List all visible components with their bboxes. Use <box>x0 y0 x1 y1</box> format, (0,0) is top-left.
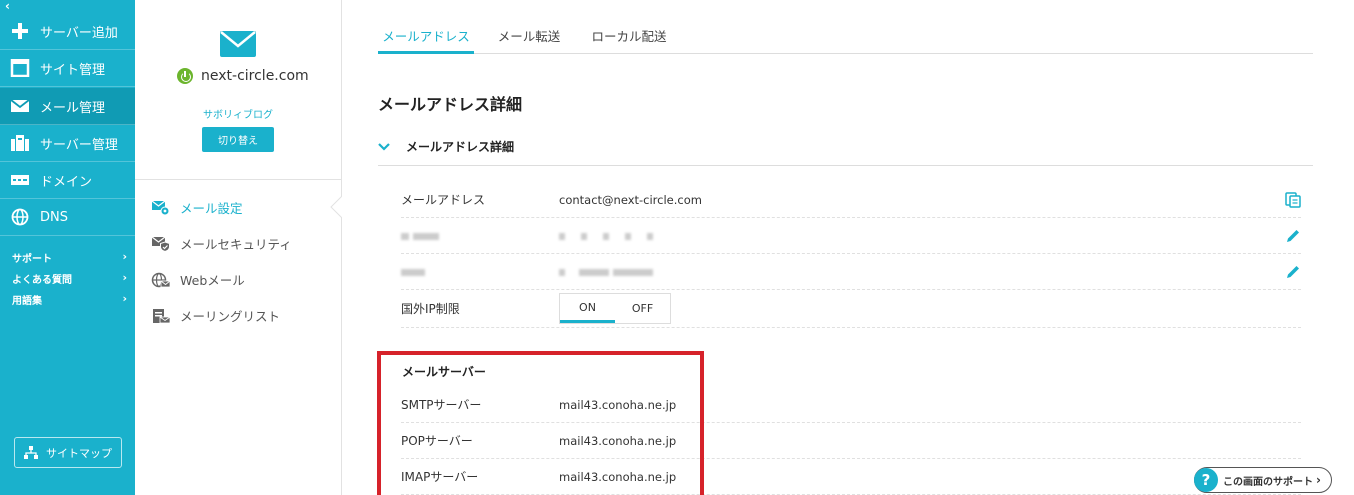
side-menu-label: メール設定 <box>180 201 243 216</box>
side-menu-label: メーリングリスト <box>180 309 281 324</box>
detail-row-redacted <box>401 218 1301 254</box>
webmail-icon <box>151 272 171 288</box>
tab-email-address[interactable]: メールアドレス <box>378 22 474 54</box>
detail-row-redacted <box>401 254 1301 290</box>
plus-icon <box>10 22 30 40</box>
mail-gear-icon <box>151 200 171 216</box>
active-pointer <box>330 196 342 218</box>
page-title: メールアドレス詳細 <box>378 95 523 114</box>
nav-sub-glossary[interactable]: 用語集 › <box>12 292 127 307</box>
nav-item-label: DNS <box>40 209 68 225</box>
side-menu-label: メールセキュリティ <box>180 237 292 252</box>
nav-sub-support[interactable]: サポート › <box>12 250 127 265</box>
page-support-button[interactable]: ? この画面のサポート › <box>1194 467 1332 493</box>
ip-restriction-off[interactable]: OFF <box>615 294 670 323</box>
edit-pencil-icon[interactable] <box>1285 228 1301 244</box>
main-content: メールアドレス メール転送 ローカル配送 メールアドレス詳細 メールアドレス詳細… <box>342 0 1354 495</box>
mail-shield-icon <box>151 236 171 252</box>
account-domain: next-circle.com <box>177 68 309 84</box>
detail-label: 国外IP制限 <box>401 302 460 316</box>
left-nav: ‹ サーバー追加 サイト管理 メール管理 サーバー管理 ドメイン DNS サポー… <box>0 0 135 495</box>
ip-restriction-toggle: ON OFF <box>559 293 671 324</box>
mail-server-value: mail43.conoha.ne.jp <box>559 397 677 412</box>
blog-name-link[interactable]: サボリィブログ <box>135 106 341 121</box>
chevron-right-icon: › <box>122 292 127 305</box>
mail-server-label: IMAPサーバー <box>401 470 479 484</box>
nav-item-mail-management[interactable]: メール管理 <box>0 88 135 125</box>
ip-restriction-on[interactable]: ON <box>560 294 615 323</box>
chevron-right-icon: › <box>122 271 127 284</box>
sitemap-label: サイトマップ <box>46 446 112 460</box>
mail-server-row-smtp: SMTPサーバー mail43.conoha.ne.jp <box>401 387 1301 423</box>
side-menu-mailing-list[interactable]: メーリングリスト <box>151 306 280 325</box>
nav-sub-label: よくある質問 <box>12 275 72 286</box>
globe-icon <box>10 208 30 226</box>
section-title: メールアドレス詳細 <box>406 140 515 154</box>
side-menu-mail-settings[interactable]: メール設定 <box>151 198 243 217</box>
detail-row-ip-restriction: 国外IP制限 ON OFF <box>401 290 1301 328</box>
section-toggle[interactable]: メールアドレス詳細 <box>378 128 1313 166</box>
nav-item-label: サーバー追加 <box>40 25 118 41</box>
mail-server-label: SMTPサーバー <box>401 398 482 412</box>
detail-label: メールアドレス <box>401 193 486 207</box>
nav-item-label: サイト管理 <box>40 62 106 78</box>
nav-sub-label: サポート <box>12 254 52 265</box>
chevron-down-icon <box>378 140 390 154</box>
side-menu-webmail[interactable]: Webメール <box>151 270 245 289</box>
envelope-icon <box>10 97 30 115</box>
sitemap-button[interactable]: サイトマップ <box>14 437 122 468</box>
help-icon: ? <box>1194 468 1218 492</box>
sitemap-icon <box>24 446 38 459</box>
context-panel: next-circle.com サボリィブログ 切り替え メール設定 メールセキ… <box>135 0 342 495</box>
nav-item-label: サーバー管理 <box>40 137 118 153</box>
tab-bar: メールアドレス メール転送 ローカル配送 <box>378 22 1313 54</box>
nav-item-add-server[interactable]: サーバー追加 <box>0 13 135 50</box>
domain-icon <box>10 171 30 189</box>
tab-mail-forwarding[interactable]: メール転送 <box>488 22 570 54</box>
mail-server-row-imap: IMAPサーバー mail43.conoha.ne.jp <box>401 459 1301 495</box>
tab-local-delivery[interactable]: ローカル配送 <box>581 22 677 54</box>
collapse-nav-button[interactable]: ‹ <box>5 0 10 12</box>
side-menu-mail-security[interactable]: メールセキュリティ <box>151 234 292 253</box>
chevron-right-icon: › <box>1316 473 1321 487</box>
mail-server-row-pop: POPサーバー mail43.conoha.ne.jp <box>401 423 1301 459</box>
side-menu-label: Webメール <box>180 273 245 288</box>
nav-item-dns[interactable]: DNS <box>0 199 135 236</box>
nav-item-domain[interactable]: ドメイン <box>0 162 135 199</box>
server-icon <box>10 134 30 152</box>
nav-sub-faq[interactable]: よくある質問 › <box>12 271 127 286</box>
nav-item-site-management[interactable]: サイト管理 <box>0 50 135 87</box>
support-label: この画面のサポート <box>1223 476 1313 488</box>
account-header: next-circle.com サボリィブログ 切り替え <box>135 0 341 180</box>
nav-sub-label: 用語集 <box>12 296 42 307</box>
redacted-label <box>401 229 559 243</box>
copy-icon[interactable] <box>1285 192 1301 208</box>
mail-server-title: メールサーバー <box>402 365 486 379</box>
power-status-icon <box>177 68 193 84</box>
window-icon <box>10 58 30 78</box>
redacted-value <box>559 229 657 243</box>
chevron-right-icon: › <box>122 250 127 263</box>
mail-server-value: mail43.conoha.ne.jp <box>559 469 677 484</box>
edit-pencil-icon[interactable] <box>1285 264 1301 280</box>
envelope-icon <box>220 31 256 57</box>
mail-server-label: POPサーバー <box>401 434 473 448</box>
nav-item-label: メール管理 <box>40 100 106 116</box>
redacted-label <box>401 265 559 279</box>
switch-button[interactable]: 切り替え <box>202 127 274 152</box>
detail-value: contact@next-circle.com <box>559 192 702 207</box>
nav-item-server-management[interactable]: サーバー管理 <box>0 125 135 162</box>
mail-server-value: mail43.conoha.ne.jp <box>559 433 677 448</box>
redacted-value <box>559 265 657 279</box>
mailing-list-icon <box>151 308 171 324</box>
nav-item-label: ドメイン <box>40 174 93 190</box>
domain-name: next-circle.com <box>201 68 309 84</box>
detail-row-email: メールアドレス contact@next-circle.com <box>401 182 1301 218</box>
